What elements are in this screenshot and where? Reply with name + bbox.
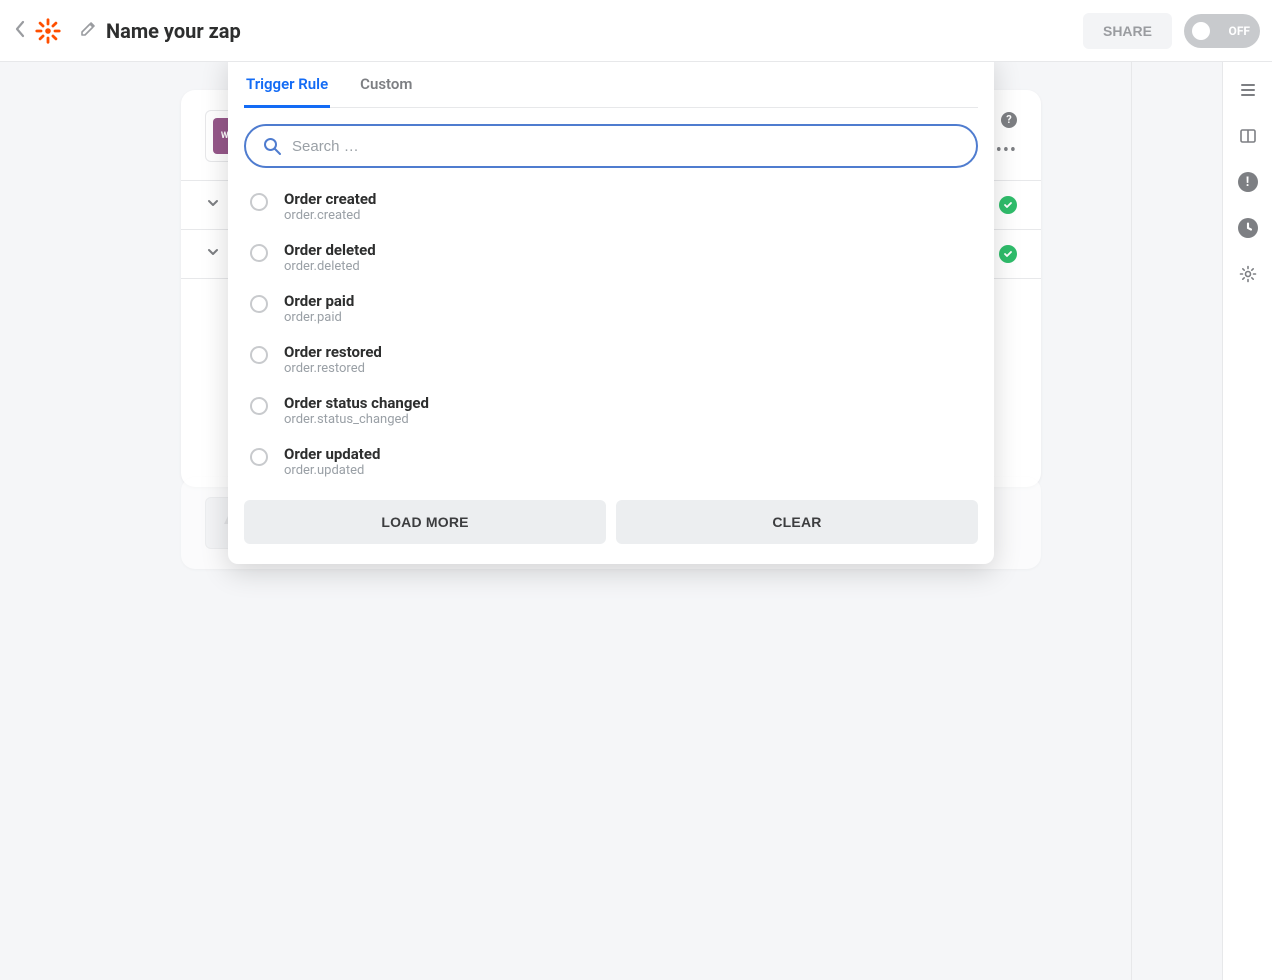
editor-canvas: WOO When this happens … 1. Order in WooC… [0,62,1222,980]
option-row[interactable]: Order status changed order.status_change… [244,386,978,437]
more-menu-icon[interactable]: ••• [996,140,1017,161]
option-row[interactable]: Order created order.created [244,182,978,233]
option-subtitle: order.deleted [284,259,376,274]
outline-list-icon[interactable] [1232,74,1264,106]
edit-pencil-icon[interactable] [68,21,100,41]
option-subtitle: order.created [284,208,376,223]
option-title: Order status changed [284,394,429,412]
option-text: Order created order.created [284,190,376,223]
alert-icon[interactable]: ! [1232,166,1264,198]
share-button[interactable]: SHARE [1083,13,1172,49]
search-input[interactable] [292,138,960,155]
top-bar-left: Name your zap [12,15,241,47]
option-row[interactable]: Order deleted order.deleted [244,233,978,284]
trigger-rule-dropdown: Trigger Rule Custom Order created order.… [228,62,994,564]
load-more-button[interactable]: LOAD MORE [244,500,606,544]
option-subtitle: order.updated [284,463,380,478]
step-header-actions: ? ••• [996,112,1017,161]
help-icon[interactable]: ? [1001,112,1017,128]
radio-icon [250,346,268,364]
option-subtitle: order.status_changed [284,412,429,427]
top-bar-right: SHARE OFF [1083,13,1260,49]
clear-button[interactable]: CLEAR [616,500,978,544]
zap-name[interactable]: Name your zap [106,19,241,43]
option-text: Order restored order.restored [284,343,382,376]
docs-icon[interactable] [1232,120,1264,152]
settings-gear-icon[interactable] [1232,258,1264,290]
option-title: Order restored [284,343,382,361]
radio-icon [250,397,268,415]
publish-toggle[interactable]: OFF [1184,14,1260,48]
radio-icon [250,193,268,211]
options-list: Order created order.created Order delete… [244,182,978,488]
option-subtitle: order.restored [284,361,382,376]
option-subtitle: order.paid [284,310,354,325]
option-title: Order updated [284,445,380,463]
option-title: Order created [284,190,376,208]
option-text: Order paid order.paid [284,292,354,325]
tab-custom[interactable]: Custom [358,65,414,108]
radio-icon [250,448,268,466]
toggle-label: OFF [1229,24,1250,38]
complete-check-icon [999,245,1017,263]
option-row[interactable]: Order paid order.paid [244,284,978,335]
right-rail: ! [1222,62,1272,980]
chevron-down-icon [205,195,221,215]
canvas-right-divider [1131,62,1132,980]
option-text: Order updated order.updated [284,445,380,478]
chevron-down-icon [205,244,221,264]
option-text: Order status changed order.status_change… [284,394,429,427]
radio-icon [250,295,268,313]
option-row[interactable]: Order updated order.updated [244,437,978,488]
toggle-knob [1192,22,1210,40]
complete-check-icon [999,196,1017,214]
option-title: Order paid [284,292,354,310]
radio-icon [250,244,268,262]
zapier-logo-icon[interactable] [34,17,62,45]
option-title: Order deleted [284,241,376,259]
history-clock-icon[interactable] [1232,212,1264,244]
tab-trigger-rule[interactable]: Trigger Rule [244,65,330,108]
top-bar: Name your zap SHARE OFF [0,0,1272,62]
back-chevron-icon[interactable] [12,15,28,47]
search-icon [262,136,282,156]
dropdown-buttons: LOAD MORE CLEAR [244,500,978,544]
option-text: Order deleted order.deleted [284,241,376,274]
option-row[interactable]: Order restored order.restored [244,335,978,386]
dropdown-search[interactable] [244,124,978,168]
dropdown-tabs: Trigger Rule Custom [244,65,978,108]
